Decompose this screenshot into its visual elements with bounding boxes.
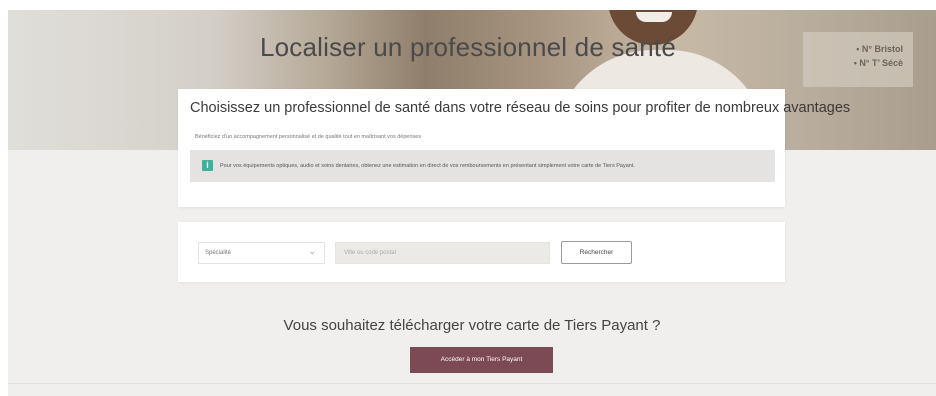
divider [8,383,936,384]
tiers-payant-button[interactable]: Accéder à mon Tiers Payant [410,347,553,373]
info-text: Pour vos équipements optiques, audio et … [220,163,635,169]
intro-card: Choisissez un professionnel de santé dan… [178,89,850,207]
tiers-payant-title: Vous souhaitez télécharger votre carte d… [283,317,661,334]
specialty-select-label: Spécialité [205,250,232,256]
intro-subtext: Bénéficiez d'un accompagnement personnal… [195,134,422,140]
intro-heading: Choisissez un professionnel de santé dan… [190,100,851,116]
search-card: Spécialité ⌄ Ville ou code postal Recher… [178,222,785,282]
info-banner: i Pour vos équipements optiques, audio e… [190,150,775,182]
chevron-down-icon: ⌄ [308,246,316,256]
info-icon: i [202,160,213,171]
city-input[interactable]: Ville ou code postal [335,242,550,264]
city-input-placeholder: Ville ou code postal [344,250,396,256]
page: • N° Bristol • N° T’ Sécè Localiser un p… [8,10,936,396]
specialty-select[interactable]: Spécialité ⌄ [198,242,325,264]
page-title: Localiser un professionnel de santé [259,32,677,62]
search-button[interactable]: Rechercher [561,241,632,264]
